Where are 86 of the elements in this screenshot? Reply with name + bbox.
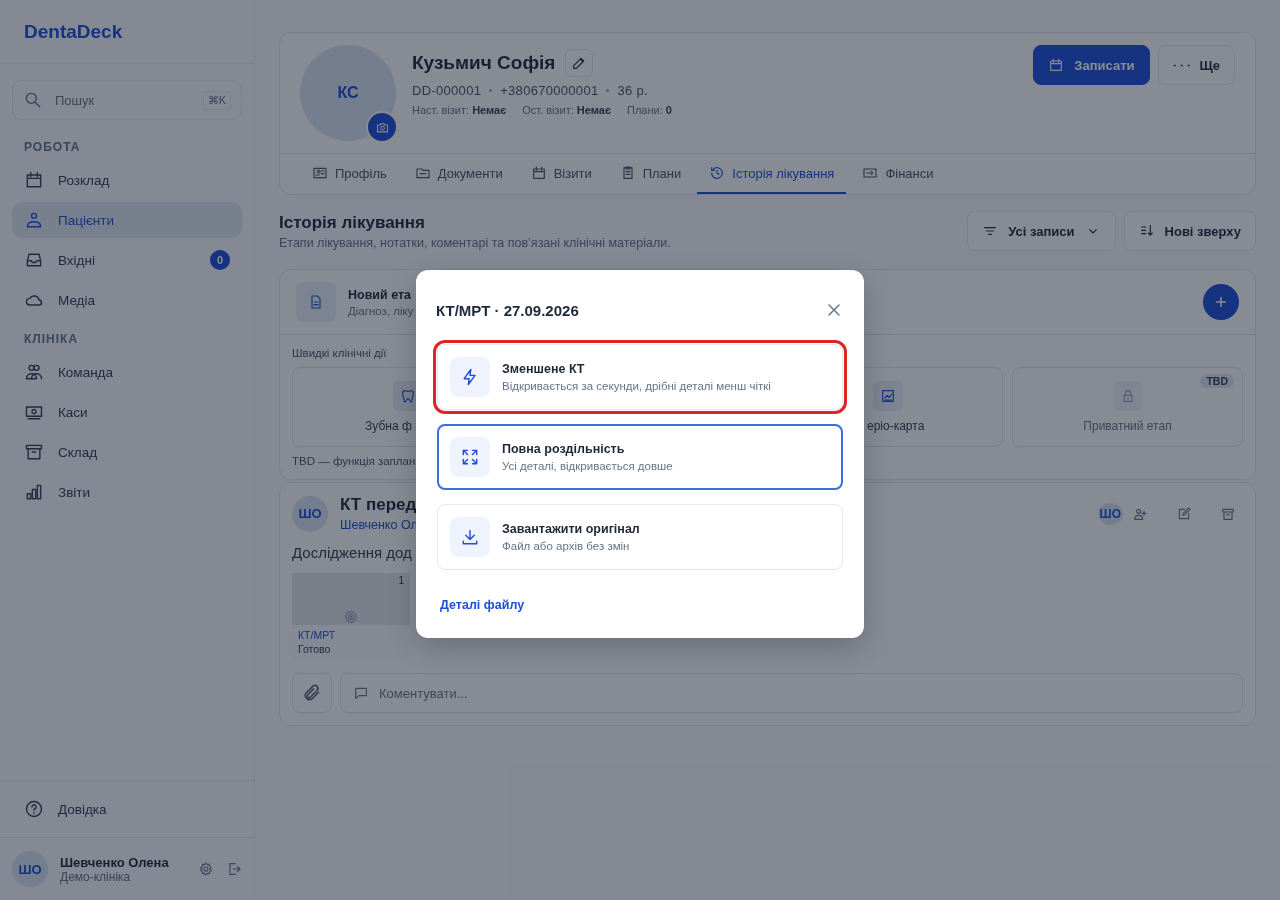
settings-icon[interactable] — [198, 861, 214, 877]
document-icon — [296, 282, 336, 322]
patient-stat: Наст. візит: Немає — [412, 104, 507, 116]
tab-icon — [709, 165, 726, 181]
nav-item[interactable]: Пацієнти — [12, 202, 242, 238]
tab[interactable]: Документи — [402, 154, 515, 194]
nav-item[interactable]: Розклад — [12, 162, 242, 198]
quick-action-icon — [879, 388, 896, 404]
nav-item[interactable]: Звіти — [12, 474, 242, 510]
section-heading: РОБОТА — [23, 139, 82, 156]
assignee-avatar: ШО — [1097, 502, 1123, 525]
nav-item[interactable]: Медіа — [12, 282, 242, 318]
count-badge: 0 — [210, 250, 230, 270]
patient-initials: КС — [337, 84, 359, 102]
nav-icon — [24, 362, 44, 382]
option-card[interactable]: Зменшене КТ Відкривається за секунди, дрібні деталі менш чіткі — [433, 340, 847, 414]
edit-icon — [1176, 505, 1192, 522]
tab[interactable]: Профіль — [300, 154, 399, 194]
section-heading: КЛІНІКА — [23, 331, 80, 348]
search-icon — [23, 90, 43, 110]
comment-field[interactable]: Коментувати... — [340, 673, 1243, 713]
patient-stat: Ост. візит: Немає — [522, 104, 611, 116]
tab[interactable]: Візити — [518, 154, 604, 194]
section-subtitle: Етапи лікування, нотатки, коментарі та пов’язані клінічні матеріали. — [279, 235, 672, 250]
calendar-icon — [1048, 57, 1065, 73]
search-input[interactable]: Пошук — [53, 91, 193, 109]
help-icon — [24, 799, 44, 819]
nav-icon — [24, 210, 44, 230]
sort-button[interactable]: Нові зверху — [1123, 211, 1256, 251]
tab-icon — [862, 165, 879, 181]
add-button[interactable] — [1203, 284, 1239, 320]
sort-icon — [1138, 223, 1155, 239]
tab-icon — [530, 165, 547, 181]
search-field[interactable]: Пошук ⌘K — [12, 80, 242, 120]
stage-subtitle: Діагноз, ліку — [348, 304, 414, 317]
attach-button[interactable] — [292, 673, 332, 713]
book-button[interactable]: Записати — [1033, 45, 1150, 85]
comment-input[interactable]: Коментувати... — [377, 684, 1230, 702]
nav-icon — [24, 170, 44, 190]
quick-actions-title: Швидкі клінічні дії — [292, 347, 387, 359]
option-icon — [460, 447, 480, 467]
tab[interactable]: Історія лікування — [697, 154, 847, 194]
comment-icon — [353, 685, 369, 701]
entry-title: КТ перед — [340, 495, 417, 515]
status-badge: TBD — [1200, 374, 1234, 388]
app-logo[interactable]: DentaDeck — [24, 20, 123, 43]
nav-icon — [24, 250, 44, 270]
entry-text: Дослідження дод — [292, 544, 412, 561]
paperclip-icon — [302, 683, 322, 703]
footnote: TBD — функція заплан — [292, 455, 416, 467]
target-icon — [343, 609, 359, 625]
modal-title: КТ/МРТ · 27.09.2026 — [436, 301, 579, 319]
nav-item[interactable]: Склад — [12, 434, 242, 470]
file-type: КТ/МРТ — [297, 628, 337, 641]
nav-item[interactable]: Каси — [12, 394, 242, 430]
file-count: 1 — [398, 575, 404, 586]
stage-title: Новий ета — [348, 287, 412, 302]
file-details-link[interactable]: Деталі файлу — [436, 598, 525, 612]
tab[interactable]: Плани — [607, 154, 694, 194]
patient-name: Кузьмич Софія — [412, 52, 556, 74]
nav-icon — [24, 482, 44, 502]
shortcut-hint: ⌘K — [202, 90, 231, 110]
patient-detail: DD-000001 — [412, 83, 482, 98]
patient-detail: +380670000001 — [500, 83, 599, 98]
edit-button[interactable] — [565, 49, 594, 77]
user-name: Шевченко Олена — [60, 854, 170, 870]
nav-icon — [24, 442, 44, 462]
tab-icon — [312, 165, 328, 181]
logout-icon[interactable] — [226, 861, 242, 877]
help-link[interactable]: Довідка — [12, 791, 242, 827]
option-icon — [460, 527, 480, 547]
patient-stat: Плани: 0 — [626, 104, 672, 116]
nav-item[interactable]: Вхідні 0 — [12, 242, 242, 278]
user-avatar: ШО — [12, 851, 48, 887]
author-avatar: ШО — [292, 495, 328, 532]
more-icon — [1172, 63, 1190, 67]
quick-action-icon — [399, 388, 416, 404]
clinic-name: Демо-клініка — [60, 869, 132, 884]
more-button[interactable]: Ще — [1157, 45, 1235, 85]
tab[interactable]: Фінанси — [850, 154, 946, 194]
section-title: Історія лікування — [279, 212, 427, 233]
file-status: Готово — [297, 642, 332, 657]
tab-icon — [414, 165, 431, 181]
filter-dropdown[interactable]: Усі записи — [967, 211, 1116, 251]
nav-item[interactable]: Команда — [12, 354, 242, 390]
patient-detail: 36 р. — [617, 83, 648, 98]
